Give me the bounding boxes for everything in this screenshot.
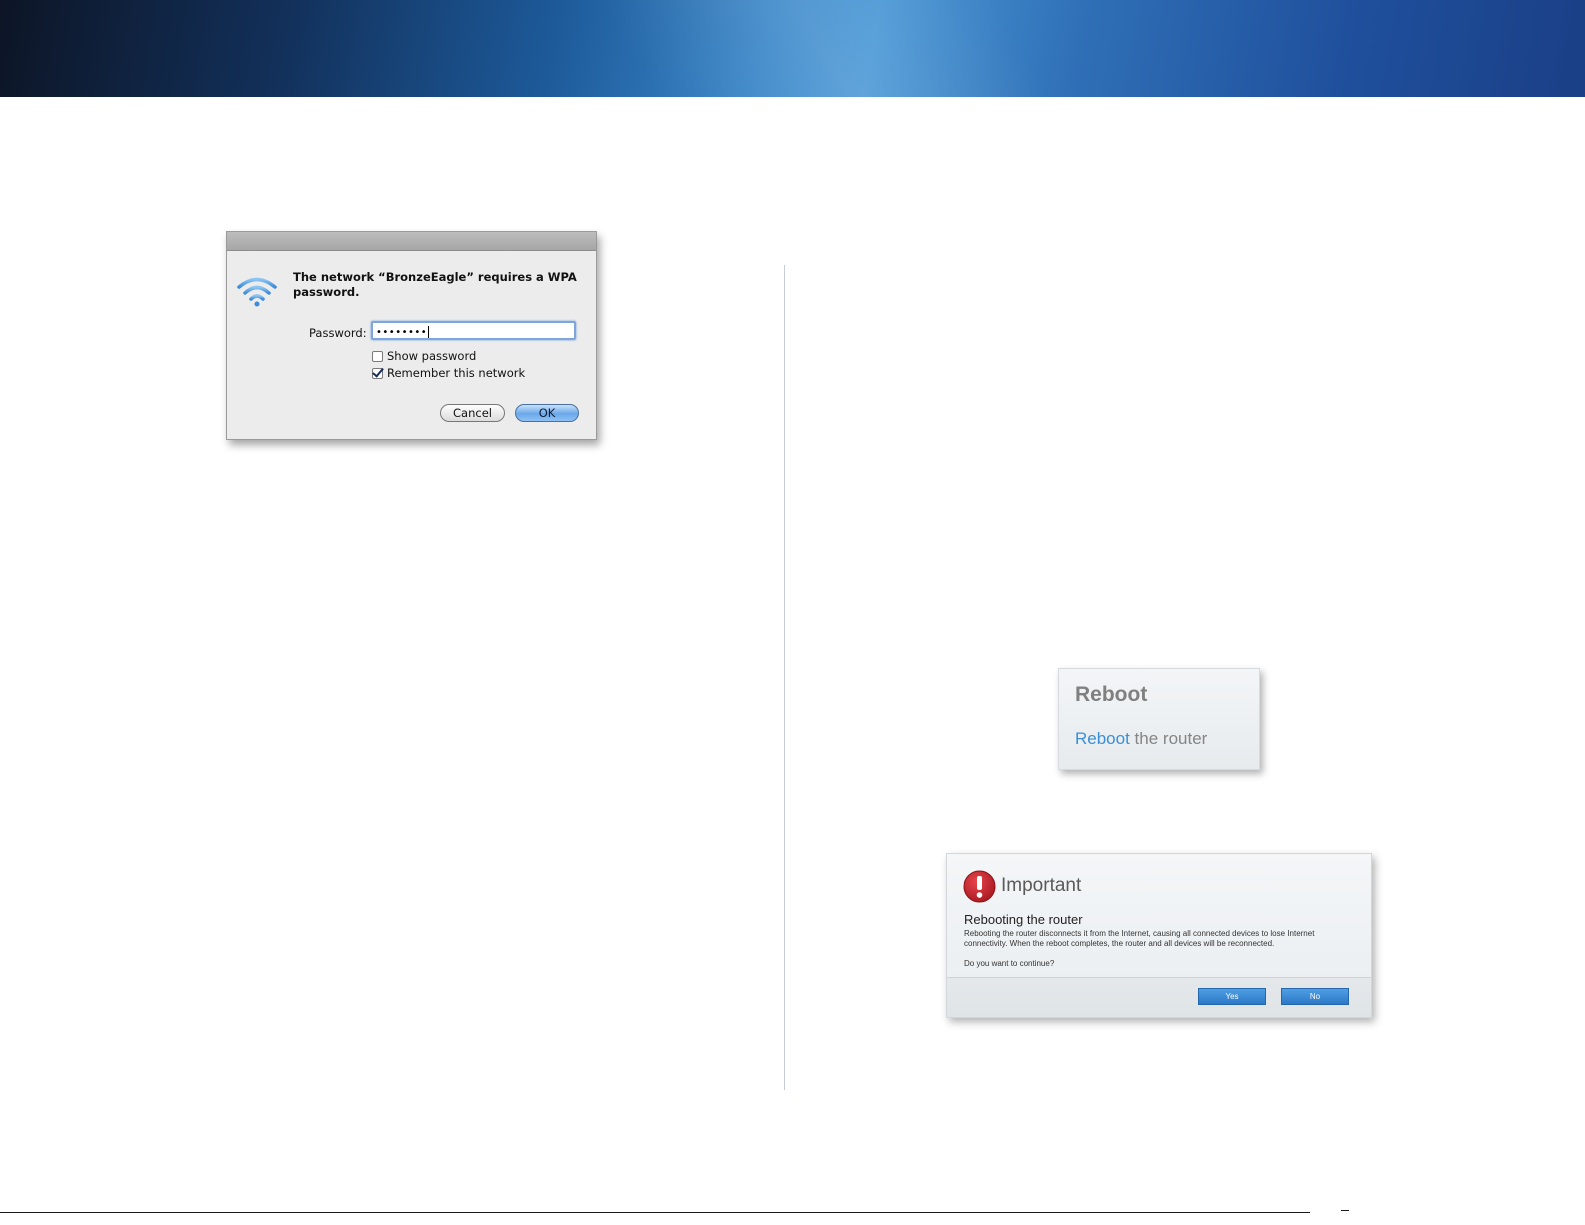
- important-dialog: Important Rebooting the router Rebooting…: [946, 853, 1372, 1018]
- footer-page-marker: [1341, 1210, 1349, 1211]
- reboot-link[interactable]: Reboot: [1075, 729, 1130, 748]
- show-password-label: Show password: [387, 349, 477, 363]
- dialog-titlebar: [227, 232, 596, 251]
- wpa-password-dialog: The network “BronzeEagle” requires a WPA…: [226, 231, 597, 440]
- reboot-title: Reboot: [1075, 683, 1148, 706]
- important-heading: Rebooting the router: [964, 912, 1083, 927]
- important-footer: Yes No: [947, 977, 1371, 1017]
- important-question: Do you want to continue?: [964, 959, 1055, 968]
- text-caret: [428, 325, 430, 338]
- reboot-card: Reboot Reboot the router: [1058, 668, 1260, 770]
- remember-network-checkbox[interactable]: [372, 367, 383, 379]
- remember-network-option[interactable]: Remember this network: [372, 366, 525, 380]
- reboot-suffix: the router: [1129, 729, 1208, 748]
- show-password-checkbox[interactable]: [372, 350, 383, 362]
- cancel-button[interactable]: Cancel: [440, 404, 505, 422]
- password-input[interactable]: ••••••••: [371, 321, 576, 340]
- reboot-line: Reboot the router: [1075, 729, 1207, 749]
- footer-rule: [0, 1212, 1310, 1213]
- important-body: Rebooting the router disconnects it from…: [964, 929, 1315, 948]
- wifi-icon: [237, 277, 277, 307]
- no-button[interactable]: No: [1281, 988, 1349, 1005]
- show-password-option[interactable]: Show password: [372, 349, 476, 363]
- dialog-message: The network “BronzeEagle” requires a WPA…: [293, 270, 577, 299]
- warning-icon: [963, 870, 996, 903]
- password-value: ••••••••: [376, 327, 428, 338]
- ok-button[interactable]: OK: [515, 404, 579, 422]
- yes-button[interactable]: Yes: [1198, 988, 1266, 1005]
- important-title: Important: [1001, 875, 1082, 896]
- column-divider: [784, 265, 785, 1090]
- remember-network-label: Remember this network: [387, 366, 526, 380]
- password-label: Password:: [309, 326, 367, 340]
- header-banner: [0, 0, 1585, 97]
